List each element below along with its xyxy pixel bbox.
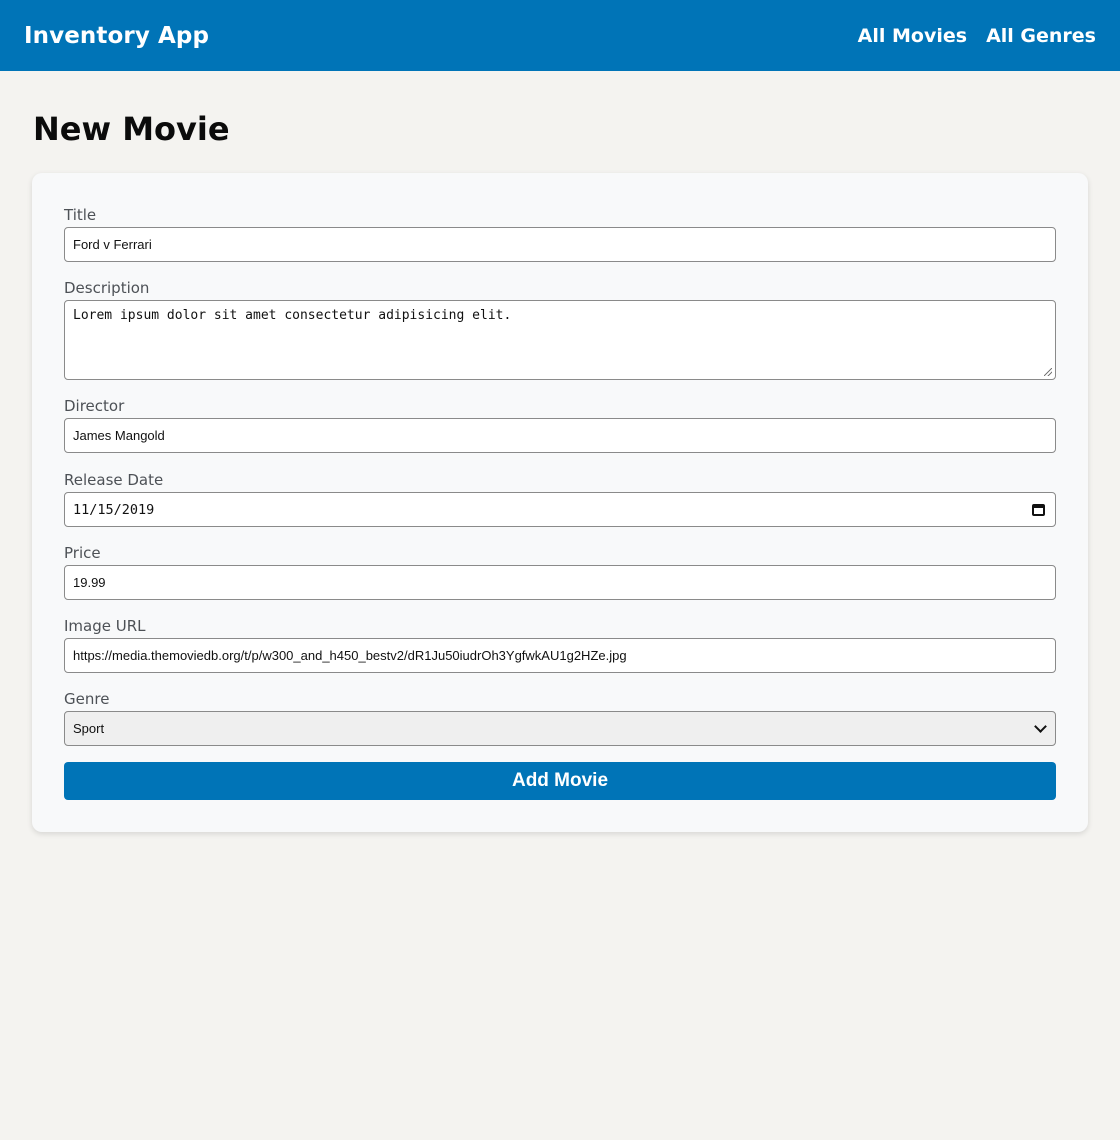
nav-link-all-movies[interactable]: All Movies bbox=[858, 25, 967, 47]
nav-link-all-genres[interactable]: All Genres bbox=[986, 25, 1096, 47]
genre-label: Genre bbox=[64, 690, 110, 708]
page-title: New Movie bbox=[33, 110, 230, 148]
description-textarea-value: Lorem ipsum dolor sit amet consectetur a… bbox=[73, 308, 512, 323]
add-movie-button[interactable]: Add Movie bbox=[64, 762, 1056, 800]
genre-select-value: Sport bbox=[73, 721, 105, 736]
title-input[interactable]: Ford v Ferrari bbox=[64, 227, 1056, 262]
new-movie-form: Title Ford v Ferrari Description Lorem i… bbox=[32, 173, 1088, 832]
release-date-input-value: 11/15/2019 bbox=[73, 501, 155, 518]
description-label: Description bbox=[64, 279, 150, 297]
price-label: Price bbox=[64, 544, 101, 562]
image-url-input-value: https://media.themoviedb.org/t/p/w300_an… bbox=[73, 648, 627, 663]
calendar-icon[interactable] bbox=[1032, 503, 1045, 516]
chevron-down-icon bbox=[1034, 720, 1047, 733]
genre-select[interactable]: Sport bbox=[64, 711, 1056, 746]
title-label: Title bbox=[64, 206, 97, 224]
main-nav: All Movies All Genres bbox=[858, 25, 1096, 47]
release-date-input[interactable]: 11/15/2019 bbox=[64, 492, 1056, 527]
image-url-input[interactable]: https://media.themoviedb.org/t/p/w300_an… bbox=[64, 638, 1056, 673]
price-input-value: 19.99 bbox=[73, 575, 106, 590]
director-label: Director bbox=[64, 397, 125, 415]
image-url-label: Image URL bbox=[64, 617, 146, 635]
title-input-value: Ford v Ferrari bbox=[73, 237, 152, 252]
director-input[interactable]: James Mangold bbox=[64, 418, 1056, 453]
release-date-label: Release Date bbox=[64, 471, 164, 489]
resize-handle-icon[interactable] bbox=[1044, 368, 1052, 376]
price-input[interactable]: 19.99 bbox=[64, 565, 1056, 600]
description-textarea[interactable]: Lorem ipsum dolor sit amet consectetur a… bbox=[64, 300, 1056, 380]
top-navbar: Inventory App All Movies All Genres bbox=[0, 0, 1120, 71]
director-input-value: James Mangold bbox=[73, 428, 165, 443]
brand-link[interactable]: Inventory App bbox=[24, 23, 209, 49]
